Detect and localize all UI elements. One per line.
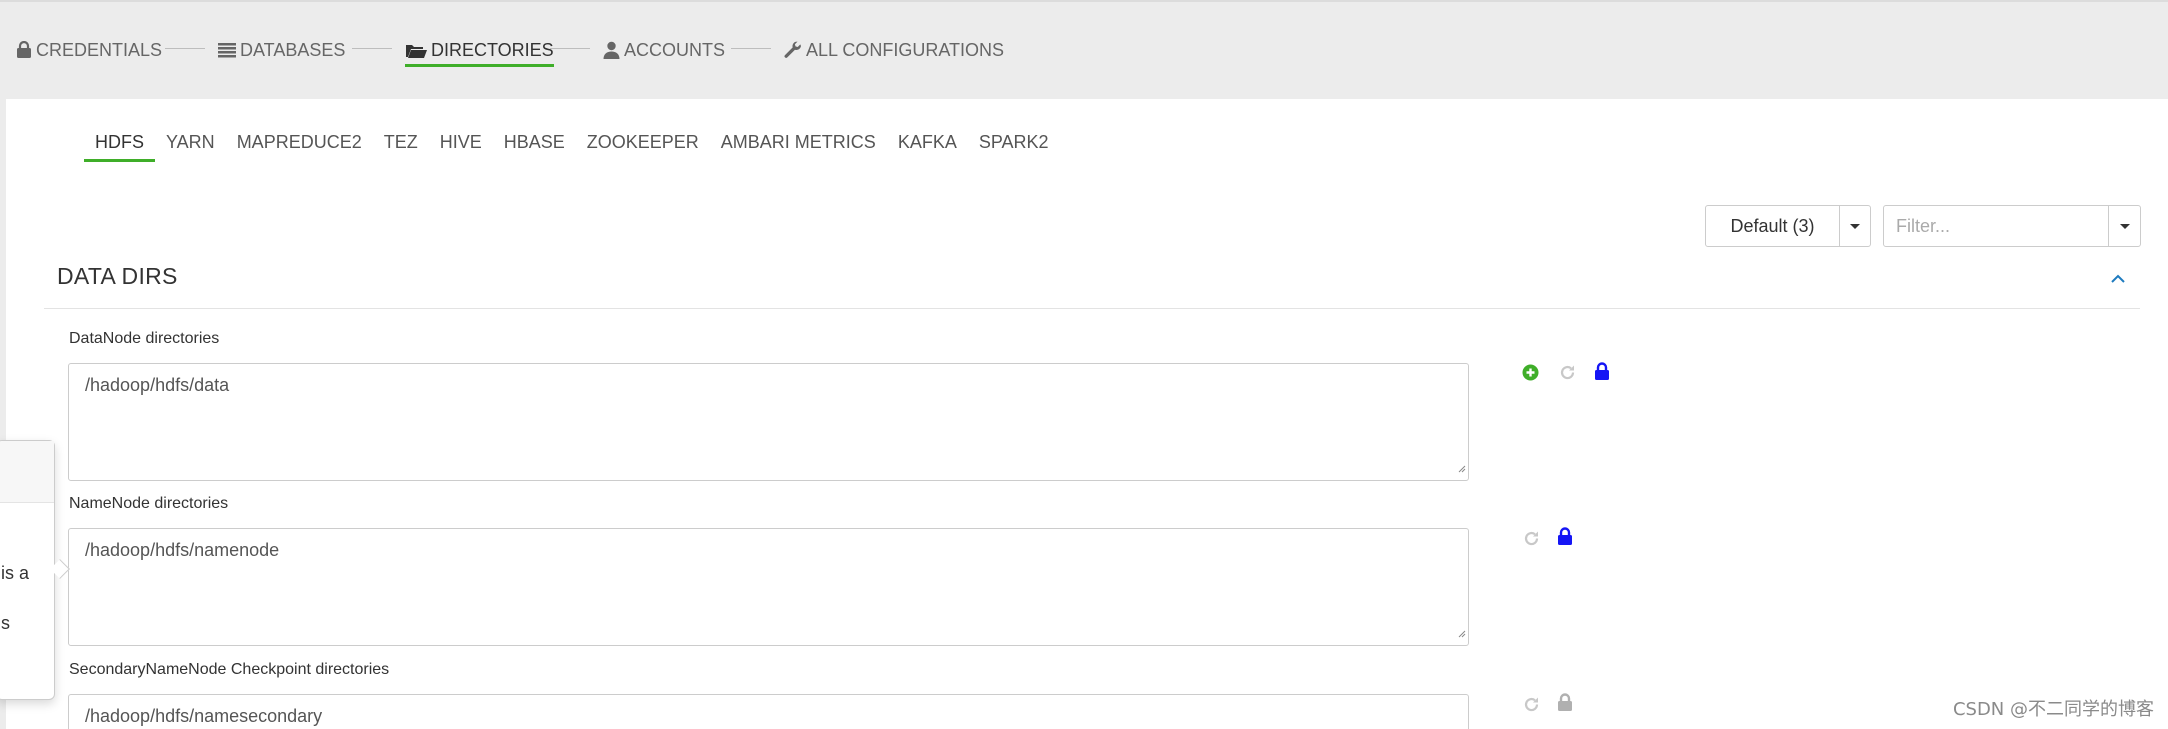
tab-yarn[interactable]: YARN [155,130,226,162]
tab-hbase[interactable]: HBASE [493,130,576,162]
wrench-icon [784,41,802,59]
help-popover: is a s [0,440,55,700]
tab-kafka[interactable]: KAFKA [887,130,968,162]
datanode-dirs-textarea[interactable]: /hadoop/hdfs/data [68,363,1469,481]
tab-hive[interactable]: HIVE [429,130,493,162]
step-label: DATABASES [240,39,346,60]
namenode-dirs-textarea[interactable]: /hadoop/hdfs/namenode [68,528,1469,646]
filter-control [1883,205,2141,247]
step-connector [352,48,392,49]
secondary-namenode-dirs-textarea[interactable]: /hadoop/hdfs/namesecondary [68,694,1469,729]
step-credentials[interactable]: CREDENTIALS [16,34,162,66]
undo-icon[interactable] [1523,696,1540,718]
tab-mapreduce2[interactable]: MAPREDUCE2 [226,130,373,162]
lock-icon[interactable] [1557,693,1573,717]
config-group-select: Default (3) [1705,205,1871,247]
filter-dropdown-toggle[interactable] [2108,206,2140,246]
user-icon [603,41,620,59]
tab-ambari-metrics[interactable]: AMBARI METRICS [710,130,887,162]
service-tabs: HDFS YARN MAPREDUCE2 TEZ HIVE HBASE ZOOK… [84,130,1060,162]
config-group-dropdown-toggle[interactable] [1839,206,1870,246]
watermark: CSDN @不二同学的博客 [1952,699,2154,720]
tab-tez[interactable]: TEZ [373,130,429,162]
chevron-up-icon[interactable] [2110,271,2126,289]
add-icon[interactable] [1522,364,1539,386]
caret-down-icon [1850,223,1860,229]
step-directories[interactable]: DIRECTORIES [405,34,554,67]
popover-header [0,441,54,503]
list-icon [218,42,236,58]
filter-input[interactable] [1884,206,2108,246]
caret-down-icon [2119,223,2130,229]
step-label: ACCOUNTS [624,39,726,60]
lock-icon[interactable] [1557,527,1573,551]
property-value: /hadoop/hdfs/data [85,375,230,395]
step-connector [550,48,590,49]
property-label-namenode-dirs: NameNode directories [69,495,229,512]
tab-zookeeper[interactable]: ZOOKEEPER [576,130,710,162]
property-value: /hadoop/hdfs/namesecondary [85,706,323,726]
tab-spark2[interactable]: SPARK2 [968,130,1060,162]
property-label-datanode-dirs: DataNode directories [69,330,220,347]
step-label: CREDENTIALS [36,39,163,60]
config-group-button[interactable]: Default (3) [1706,206,1839,246]
section-title: DATA DIRS [57,263,178,289]
step-all-configurations[interactable]: ALL CONFIGURATIONS [784,34,1004,66]
undo-icon[interactable] [1523,530,1540,552]
popover-text-line: s [1,613,10,633]
lock-icon[interactable] [1594,362,1610,386]
wizard-step-bar: CREDENTIALS DATABASES DIRECTORIES ACCOUN… [0,0,2168,99]
property-label-secondary-namenode-dirs: SecondaryNameNode Checkpoint directories [69,661,390,678]
step-accounts[interactable]: ACCOUNTS [603,34,725,66]
lock-icon [16,41,32,59]
popover-text-line: is a [1,563,30,583]
step-connector [731,48,771,49]
folder-open-icon [405,42,427,59]
step-databases[interactable]: DATABASES [218,34,345,66]
resize-grip-icon[interactable] [1456,622,1466,643]
section-divider [44,308,2140,309]
step-label: DIRECTORIES [431,39,554,60]
tab-hdfs[interactable]: HDFS [84,130,155,162]
undo-icon[interactable] [1559,364,1576,386]
step-label: ALL CONFIGURATIONS [806,39,1005,60]
property-value: /hadoop/hdfs/namenode [85,540,280,560]
step-connector [165,48,205,49]
resize-grip-icon[interactable] [1456,457,1466,478]
